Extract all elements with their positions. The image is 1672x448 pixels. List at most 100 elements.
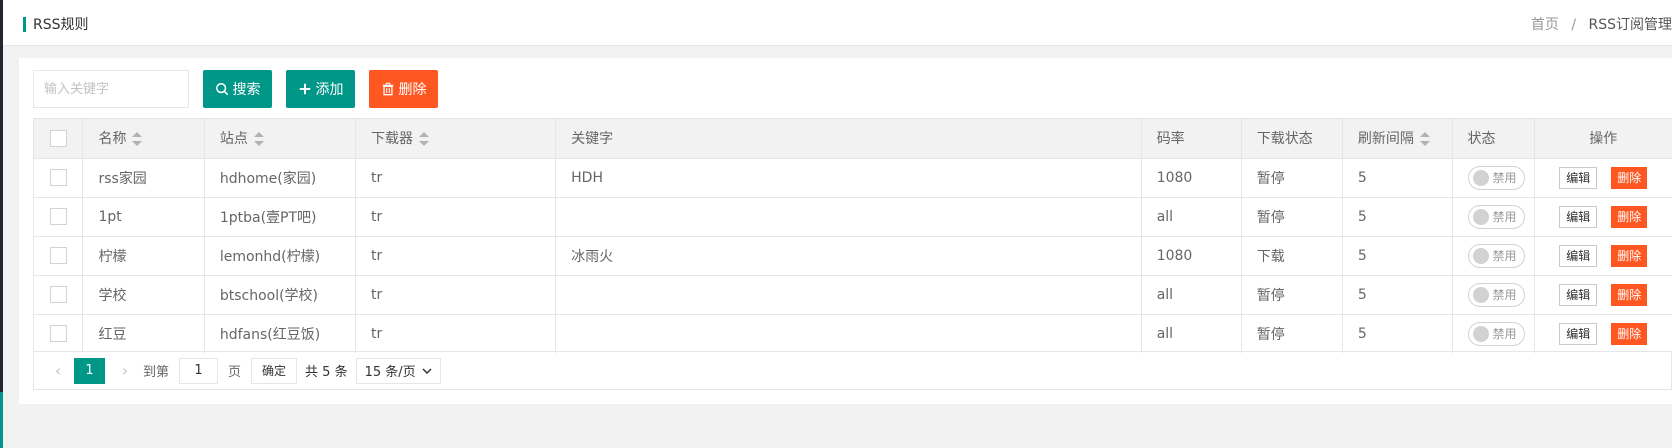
status-toggle[interactable]: 禁用 <box>1467 165 1525 190</box>
cell-keyword: HDH <box>555 158 1142 198</box>
breadcrumb-home[interactable]: 首页 <box>1531 17 1559 33</box>
edit-button[interactable]: 编辑 <box>1559 166 1598 189</box>
cell-download-status: 下载 <box>1241 236 1343 276</box>
pagination: ‹ 1 › 到第 页 确定 共 5 条 15 条/页 <box>33 352 1672 390</box>
edit-button[interactable]: 编辑 <box>1559 205 1598 228</box>
total-count: 共 5 条 <box>305 365 348 380</box>
goto-label: 到第 <box>143 365 170 380</box>
cell-keyword <box>555 314 1142 353</box>
page-unit-label: 页 <box>228 365 242 380</box>
cell-name: rss家园 <box>82 158 205 198</box>
search-button[interactable]: 搜索 <box>203 70 272 108</box>
remove-button[interactable]: 删除 <box>1611 283 1648 306</box>
sort-icon[interactable] <box>419 132 429 147</box>
add-button[interactable]: 添加 <box>286 70 355 108</box>
goto-page-input[interactable] <box>179 357 219 384</box>
cell-downloader: tr <box>355 236 557 276</box>
cell-downloader: tr <box>355 197 557 237</box>
goto-confirm-button[interactable]: 确定 <box>251 357 298 384</box>
page-title: RSS规则 <box>33 17 89 33</box>
column-header-site[interactable]: 站点 <box>204 119 357 159</box>
sort-icon[interactable] <box>253 132 264 147</box>
table-row: rss家园 hdhome(家园) tr HDH 1080 暂停 5 禁用 编辑删… <box>34 158 1672 198</box>
table-header-row: 名称 站点 下载器 关键字 码率 下载状态 刷新间隔 状态 操作 <box>34 119 1672 159</box>
sort-icon[interactable] <box>132 132 143 147</box>
page-header: RSS规则 首页 / RSS订阅管理 <box>3 0 1672 46</box>
chevron-down-icon <box>422 367 432 374</box>
add-button-label: 添加 <box>315 82 344 98</box>
cell-keyword: 冰雨火 <box>555 236 1142 276</box>
column-header-name[interactable]: 名称 <box>82 119 205 159</box>
status-toggle[interactable]: 禁用 <box>1467 282 1525 307</box>
cell-site: btschool(学校) <box>204 275 357 315</box>
header-select-all[interactable] <box>34 119 84 159</box>
cell-bitrate: all <box>1141 275 1242 315</box>
column-header-interval[interactable]: 刷新间隔 <box>1342 119 1453 159</box>
prev-page-icon[interactable]: ‹ <box>46 361 70 380</box>
breadcrumb: 首页 / RSS订阅管理 <box>1531 14 1672 34</box>
cell-interval: 5 <box>1342 314 1453 353</box>
sort-icon[interactable] <box>1419 132 1430 147</box>
breadcrumb-current: RSS订阅管理 <box>1588 17 1672 33</box>
current-page-button[interactable]: 1 <box>74 357 105 384</box>
cell-name: 柠檬 <box>82 236 205 276</box>
edit-button[interactable]: 编辑 <box>1559 322 1598 345</box>
delete-button[interactable]: 删除 <box>369 70 438 108</box>
row-checkbox[interactable] <box>49 208 67 225</box>
title-accent-bar <box>23 17 26 32</box>
page-size-select[interactable]: 15 条/页 <box>355 357 441 384</box>
cell-site: 1ptba(壹PT吧) <box>204 197 357 237</box>
toggle-knob <box>1472 169 1489 186</box>
remove-button[interactable]: 删除 <box>1611 166 1648 189</box>
search-icon <box>215 82 228 96</box>
cell-bitrate: 1080 <box>1141 158 1242 198</box>
breadcrumb-separator: / <box>1571 17 1577 33</box>
row-checkbox[interactable] <box>49 247 67 264</box>
status-toggle[interactable]: 禁用 <box>1467 321 1525 346</box>
status-toggle[interactable]: 禁用 <box>1467 243 1525 268</box>
cell-site: hdhome(家园) <box>204 158 357 198</box>
cell-interval: 5 <box>1342 158 1453 198</box>
cell-download-status: 暂停 <box>1241 158 1343 198</box>
content-card: 搜索 添加 删除 名称 <box>19 58 1672 404</box>
remove-button[interactable]: 删除 <box>1611 322 1648 345</box>
column-header-keyword: 关键字 <box>555 119 1142 159</box>
edit-button[interactable]: 编辑 <box>1559 283 1598 306</box>
cell-interval: 5 <box>1342 197 1453 237</box>
next-page-icon[interactable]: › <box>113 361 137 380</box>
cell-interval: 5 <box>1342 275 1453 315</box>
toggle-knob <box>1472 286 1489 303</box>
toggle-knob <box>1472 208 1489 225</box>
table-row: 1pt 1ptba(壹PT吧) tr all 暂停 5 禁用 编辑 删除 <box>34 197 1672 237</box>
select-all-checkbox[interactable] <box>49 129 67 147</box>
toggle-knob <box>1472 325 1489 342</box>
cell-bitrate: 1080 <box>1141 236 1242 276</box>
page-size-value: 15 条/页 <box>364 365 416 380</box>
status-toggle[interactable]: 禁用 <box>1467 204 1525 229</box>
cell-download-status: 暂停 <box>1241 197 1343 237</box>
row-checkbox[interactable] <box>49 169 67 186</box>
cell-keyword <box>555 197 1142 237</box>
cell-site: hdfans(红豆饭) <box>204 314 357 353</box>
remove-button[interactable]: 删除 <box>1611 244 1648 267</box>
cell-bitrate: all <box>1141 197 1242 237</box>
column-header-bitrate: 码率 <box>1141 119 1242 159</box>
cell-site: lemonhd(柠檬) <box>204 236 357 276</box>
rss-rules-table: 名称 站点 下载器 关键字 码率 下载状态 刷新间隔 状态 操作 rss家园 h… <box>33 118 1672 353</box>
plus-icon <box>299 83 310 95</box>
table-row: 学校 btschool(学校) tr all 暂停 5 禁用 编辑 删除 <box>34 275 1672 315</box>
table-row: 柠檬 lemonhd(柠檬) tr 冰雨火 1080 下载 5 禁用 编辑 删除 <box>34 236 1672 276</box>
toggle-knob <box>1472 247 1489 264</box>
edit-button[interactable]: 编辑 <box>1559 244 1598 267</box>
row-checkbox[interactable] <box>49 286 67 303</box>
trash-icon <box>382 82 393 96</box>
row-checkbox[interactable] <box>49 325 67 343</box>
cell-downloader: tr <box>355 275 557 315</box>
search-button-label: 搜索 <box>232 82 261 98</box>
cell-name: 1pt <box>82 197 205 237</box>
remove-button[interactable]: 删除 <box>1611 205 1648 228</box>
table-row: 红豆 hdfans(红豆饭) tr all 暂停 5 禁用 编辑 删除 <box>34 314 1672 353</box>
column-header-actions: 操作 <box>1534 119 1672 159</box>
search-input[interactable] <box>33 70 189 108</box>
column-header-downloader[interactable]: 下载器 <box>355 119 557 159</box>
